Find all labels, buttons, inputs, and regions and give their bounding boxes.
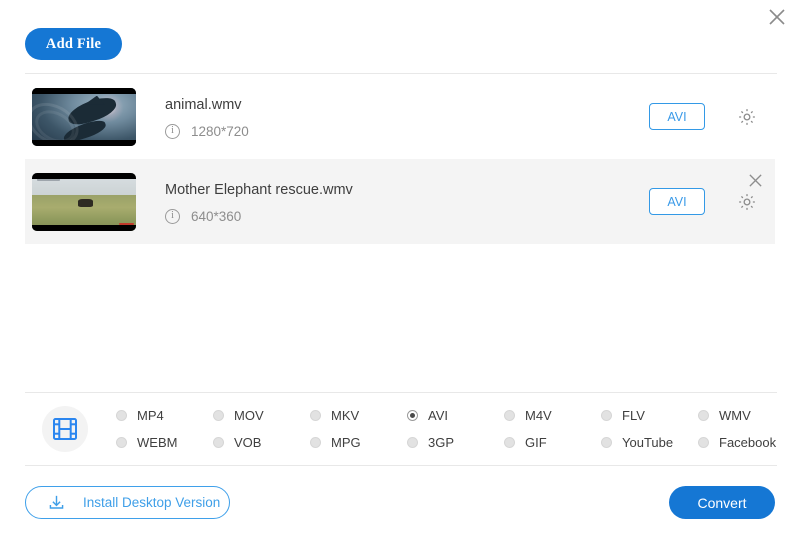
- format-option-label: MPG: [331, 435, 361, 450]
- radio-icon[interactable]: [407, 437, 418, 448]
- radio-icon[interactable]: [310, 410, 321, 421]
- format-option-label: MP4: [137, 408, 164, 423]
- info-icon[interactable]: i: [165, 209, 180, 224]
- file-list: animal.wmv i 1280*720 AVI: [0, 74, 800, 384]
- file-name: animal.wmv: [165, 95, 649, 115]
- format-option-3gp[interactable]: 3GP: [407, 435, 504, 450]
- remove-file-button[interactable]: [745, 170, 765, 190]
- letterbox-bar: [32, 225, 136, 231]
- format-option-label: VOB: [234, 435, 261, 450]
- format-panel: MP4 MOV MKV AVI M4V FLV WMV WEBM: [25, 392, 777, 466]
- decor-animal: [78, 199, 94, 207]
- toolbar: Add File: [25, 28, 122, 60]
- format-options-grid: MP4 MOV MKV AVI M4V FLV WMV WEBM: [116, 402, 795, 456]
- radio-icon[interactable]: [601, 437, 612, 448]
- format-option-label: YouTube: [622, 435, 673, 450]
- table-row[interactable]: Mother Elephant rescue.wmv i 640*360 AVI: [25, 159, 775, 244]
- add-file-button[interactable]: Add File: [25, 28, 122, 60]
- file-name: Mother Elephant rescue.wmv: [165, 180, 649, 200]
- file-resolution: 640*360: [191, 209, 241, 224]
- format-option-vob[interactable]: VOB: [213, 435, 310, 450]
- radio-icon[interactable]: [116, 437, 127, 448]
- output-format-badge[interactable]: AVI: [649, 103, 705, 130]
- radio-icon[interactable]: [116, 410, 127, 421]
- format-option-gif[interactable]: GIF: [504, 435, 601, 450]
- letterbox-bar: [32, 140, 136, 146]
- format-option-label: MKV: [331, 408, 359, 423]
- letterbox-bar: [32, 173, 136, 179]
- radio-icon[interactable]: [504, 410, 515, 421]
- format-option-label: 3GP: [428, 435, 454, 450]
- radio-icon[interactable]: [310, 437, 321, 448]
- format-option-label: AVI: [428, 408, 448, 423]
- file-subinfo: i 1280*720: [165, 124, 649, 139]
- format-option-label: GIF: [525, 435, 547, 450]
- thumbnail-ocean-dolphin: [32, 88, 136, 146]
- format-option-label: FLV: [622, 408, 645, 423]
- format-option-label: WMV: [719, 408, 751, 423]
- file-info: Mother Elephant rescue.wmv i 640*360: [165, 180, 649, 224]
- install-button-label: Install Desktop Version: [83, 495, 220, 510]
- radio-icon[interactable]: [698, 410, 709, 421]
- radio-icon[interactable]: [698, 437, 709, 448]
- format-option-mkv[interactable]: MKV: [310, 408, 407, 423]
- install-desktop-version-button[interactable]: Install Desktop Version: [25, 486, 230, 519]
- thumbnail-savanna-animal: [32, 173, 136, 231]
- format-option-youtube[interactable]: YouTube: [601, 435, 698, 450]
- gear-icon: [736, 106, 758, 128]
- film-strip-icon: [52, 417, 78, 441]
- radio-icon[interactable]: [213, 410, 224, 421]
- video-format-tab[interactable]: [42, 406, 88, 452]
- radio-icon[interactable]: [601, 410, 612, 421]
- radio-icon-selected[interactable]: [407, 410, 418, 421]
- format-option-wmv[interactable]: WMV: [698, 408, 795, 423]
- download-icon: [47, 493, 66, 512]
- format-option-mpg[interactable]: MPG: [310, 435, 407, 450]
- file-settings-button[interactable]: [734, 189, 760, 215]
- radio-icon[interactable]: [213, 437, 224, 448]
- close-icon: [767, 7, 787, 27]
- file-settings-button[interactable]: [734, 104, 760, 130]
- format-option-flv[interactable]: FLV: [601, 408, 698, 423]
- info-icon[interactable]: i: [165, 124, 180, 139]
- format-option-avi[interactable]: AVI: [407, 408, 504, 423]
- output-format-badge[interactable]: AVI: [649, 188, 705, 215]
- file-subinfo: i 640*360: [165, 209, 649, 224]
- radio-icon[interactable]: [504, 437, 515, 448]
- close-icon: [748, 173, 763, 188]
- window-close-button[interactable]: [764, 4, 790, 30]
- format-option-mov[interactable]: MOV: [213, 408, 310, 423]
- file-resolution: 1280*720: [191, 124, 249, 139]
- format-option-label: M4V: [525, 408, 552, 423]
- format-option-label: MOV: [234, 408, 264, 423]
- file-thumbnail: [32, 173, 136, 231]
- format-option-label: Facebook: [719, 435, 776, 450]
- file-info: animal.wmv i 1280*720: [165, 95, 649, 139]
- format-option-facebook[interactable]: Facebook: [698, 435, 795, 450]
- letterbox-bar: [32, 88, 136, 94]
- file-thumbnail: [32, 88, 136, 146]
- format-option-webm[interactable]: WEBM: [116, 435, 213, 450]
- convert-button[interactable]: Convert: [669, 486, 775, 519]
- format-option-mp4[interactable]: MP4: [116, 408, 213, 423]
- format-option-label: WEBM: [137, 435, 177, 450]
- gear-icon: [736, 191, 758, 213]
- table-row[interactable]: animal.wmv i 1280*720 AVI: [25, 74, 775, 159]
- format-option-m4v[interactable]: M4V: [504, 408, 601, 423]
